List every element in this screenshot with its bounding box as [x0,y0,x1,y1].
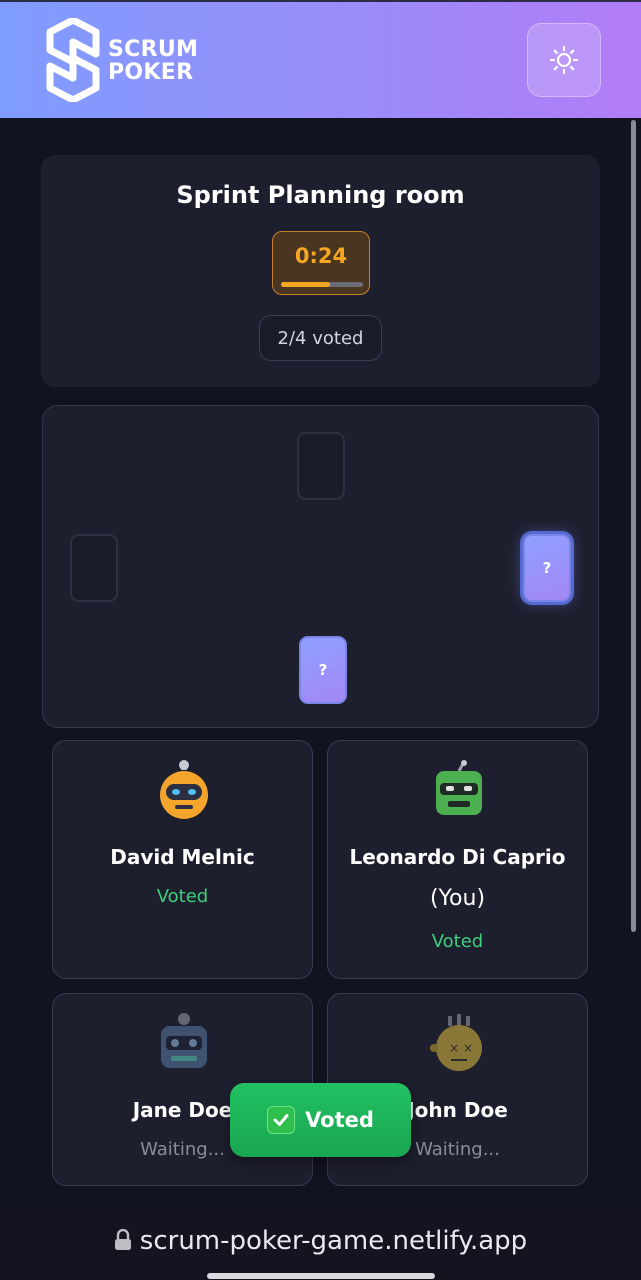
player-card-current-user: Leonardo Di Caprio (You) Voted [327,740,588,979]
theme-toggle-button[interactable] [527,23,601,97]
brand-line-1: SCRUM [108,37,199,62]
brand-line-2: POKER [108,60,194,85]
player-status: Voted [156,886,209,907]
blue-robot-icon [161,1013,207,1068]
room-info-card: Sprint Planning room 0:24 2/4 voted [41,155,600,387]
table-card-left [70,534,118,602]
table-card-right: ? [523,534,571,602]
table-card-top [297,432,345,500]
timer-progress-track [281,282,363,287]
player-status: Voted [431,931,484,952]
table-card-bottom: ? [299,636,347,704]
svg-text:×: × [449,1041,459,1055]
card-hidden-value: ? [542,559,552,577]
browser-address-bar[interactable]: scrum-poker-game.netlify.app [0,1210,641,1280]
voted-count-badge: 2/4 voted [259,315,382,361]
yellow-zombie-icon: × × [430,1014,482,1071]
green-robot-icon [436,760,482,815]
poker-table: ? ? [42,405,599,728]
url-text: scrum-poker-game.netlify.app [139,1226,528,1256]
voted-toast[interactable]: Voted [230,1083,411,1157]
player-name: Leonardo Di Caprio [349,845,566,869]
address-display[interactable]: scrum-poker-game.netlify.app [0,1226,641,1256]
countdown-timer: 0:24 [272,231,370,295]
current-user-label: (You) [429,886,486,911]
player-card: David Melnic Voted [52,740,313,979]
svg-text:×: × [463,1041,473,1055]
lock-icon [114,1228,131,1250]
timer-progress-fill [281,282,331,287]
brand-name: SCRUM POKER [108,38,198,84]
home-indicator[interactable] [207,1273,435,1279]
player-name: David Melnic [110,845,255,869]
timer-value: 0:24 [294,244,348,268]
room-title: Sprint Planning room [176,181,465,209]
toast-text: Voted [305,1108,374,1132]
app-header: SCRUM POKER [0,0,641,118]
scrollbar[interactable] [631,120,636,932]
scrum-poker-logo-icon[interactable] [46,18,100,102]
sun-icon [549,45,579,75]
card-hidden-value: ? [318,661,328,679]
check-mark-icon [267,1106,296,1134]
yellow-robot-icon [160,760,208,819]
